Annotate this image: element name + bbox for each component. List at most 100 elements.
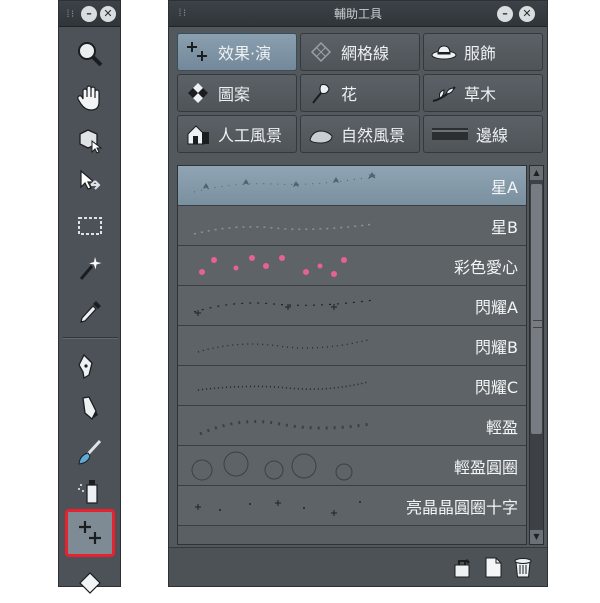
brush-stroke-preview-icon xyxy=(199,255,347,277)
group-plant[interactable]: 草木 xyxy=(423,74,543,112)
brush-name: 輕盈 xyxy=(485,418,518,437)
zoom-icon xyxy=(78,42,103,67)
group-label: 效果·演 xyxy=(218,44,272,63)
group-mesh[interactable]: 網格線 xyxy=(300,33,420,71)
group-label: 圖案 xyxy=(218,85,251,104)
sub-tool-bottom-bar xyxy=(169,547,547,586)
tool-palette: ⁞⁝ – ✕ xyxy=(58,0,121,594)
scroll-grip-icon xyxy=(533,320,542,328)
brush-stroke-preview-icon xyxy=(193,172,376,193)
object-select-icon xyxy=(79,129,103,154)
airbrush-tool-button[interactable] xyxy=(67,471,113,513)
move-layer-icon xyxy=(80,169,101,190)
brush-row[interactable]: 輕盈圓圈 xyxy=(178,446,526,486)
pencil-tool-button[interactable] xyxy=(67,387,113,429)
pen-tool-button[interactable] xyxy=(67,345,113,387)
close-button[interactable]: ✕ xyxy=(519,6,535,22)
trash-icon[interactable] xyxy=(511,555,535,579)
scroll-thumb[interactable] xyxy=(531,184,542,434)
decoration-sparkle-icon xyxy=(79,521,101,544)
plant-icon xyxy=(430,81,458,105)
house-icon xyxy=(184,122,212,146)
brush-name: 輕盈圓圈 xyxy=(453,458,518,477)
eraser-tool-button[interactable] xyxy=(67,561,113,603)
clothing-hat-icon xyxy=(430,40,458,64)
object-tool-button[interactable] xyxy=(67,119,113,161)
group-label: 草木 xyxy=(464,85,497,104)
effect-sparkle-icon xyxy=(184,40,212,64)
brush-name: 亮晶晶圓圈十字 xyxy=(405,498,518,517)
brush-stroke-preview-icon xyxy=(193,299,375,316)
pencil-icon xyxy=(82,396,98,421)
sub-tool-settings-icon[interactable] xyxy=(451,555,475,579)
group-natural-scenery[interactable]: 自然風景 xyxy=(300,115,420,153)
airbrush-icon xyxy=(78,480,98,504)
brush-tool-button[interactable] xyxy=(67,431,113,473)
brush-row[interactable]: 輕盈 xyxy=(178,406,526,446)
brush-stroke-preview-icon xyxy=(197,339,369,353)
scroll-down-icon[interactable]: ▼ xyxy=(530,530,543,544)
group-label: 人工風景 xyxy=(218,126,283,145)
selection-tool-button[interactable] xyxy=(67,205,113,247)
grip-icon[interactable]: ⁞⁝ xyxy=(177,1,186,27)
pattern-icon xyxy=(184,81,212,105)
eyedropper-tool-button[interactable] xyxy=(67,291,113,333)
brush-stroke-preview-icon xyxy=(199,420,371,436)
minimize-button[interactable]: – xyxy=(497,6,513,22)
brush-stroke-preview-icon xyxy=(195,500,361,516)
tool-separator xyxy=(63,337,118,339)
group-border[interactable]: 邊線 xyxy=(423,115,543,153)
group-flower[interactable]: 花 xyxy=(300,74,420,112)
group-effect[interactable]: 效果·演 xyxy=(177,33,297,71)
brush-row[interactable]: 星B xyxy=(178,206,526,246)
group-label: 花 xyxy=(341,85,358,104)
panel-title: 輔助工具 xyxy=(333,7,382,21)
group-label: 服飾 xyxy=(464,44,497,63)
selection-marquee-icon xyxy=(78,217,102,235)
sub-tool-group-grid: 效果·演 網格線 服飾 圖案 花 草木 人工風景 自然風景 邊線 xyxy=(177,33,543,153)
brush-name: 星B xyxy=(491,218,518,237)
group-pattern[interactable]: 圖案 xyxy=(177,74,297,112)
brush-list-scrollbar[interactable]: ▲ ▼ xyxy=(529,165,544,545)
group-man-made-scenery[interactable]: 人工風景 xyxy=(177,115,297,153)
decoration-tool-button[interactable] xyxy=(65,509,115,557)
brush-icon xyxy=(78,439,102,465)
brush-row[interactable]: 彩色愛心 xyxy=(178,246,526,286)
brush-name: 閃耀C xyxy=(474,378,518,397)
group-label: 網格線 xyxy=(341,44,390,63)
brush-stroke-preview-icon xyxy=(193,223,375,235)
brush-row[interactable]: 星A xyxy=(178,166,526,206)
close-button[interactable]: ✕ xyxy=(100,6,116,22)
zoom-tool-button[interactable] xyxy=(67,33,113,75)
flower-icon xyxy=(307,81,335,105)
hand-tool-button[interactable] xyxy=(67,77,113,119)
brush-row[interactable]: 閃耀A xyxy=(178,286,526,326)
mesh-icon xyxy=(307,40,335,64)
rock-icon xyxy=(307,122,335,146)
hand-icon xyxy=(77,85,100,111)
brush-row[interactable]: 亮晶晶圓圈十字 xyxy=(178,486,526,526)
brush-row[interactable]: 閃耀B xyxy=(178,326,526,366)
tool-palette-titlebar[interactable]: ⁞⁝ – ✕ xyxy=(59,1,120,27)
new-sub-tool-icon[interactable] xyxy=(481,555,505,579)
move-layer-tool-button[interactable] xyxy=(67,161,113,203)
group-label: 邊線 xyxy=(476,126,509,145)
brush-stroke-preview-icon xyxy=(197,381,369,391)
minimize-button[interactable]: – xyxy=(81,6,97,22)
brush-name: 星A xyxy=(491,178,518,197)
group-label: 自然風景 xyxy=(341,126,406,145)
brush-name: 閃耀A xyxy=(475,298,518,317)
group-clothing[interactable]: 服飾 xyxy=(423,33,543,71)
pen-icon xyxy=(78,353,93,380)
sub-tool-panel: ⁞⁝ 輔助工具 – ✕ 效果·演 網格線 服飾 圖案 花 草木 人工風景 自然風… xyxy=(168,0,548,587)
brush-name: 閃耀B xyxy=(475,338,518,357)
auto-select-tool-button[interactable] xyxy=(67,247,113,289)
brush-list: 星A 星B 彩色愛心 閃耀A 閃耀B 閃耀C 輕盈 輕盈圓圈 亮晶晶圓圈十字 xyxy=(177,165,527,545)
brush-row[interactable]: 閃耀C xyxy=(178,366,526,406)
sub-tool-titlebar[interactable]: ⁞⁝ 輔助工具 – ✕ xyxy=(169,1,547,27)
brush-stroke-preview-icon xyxy=(191,451,353,481)
grip-icon[interactable]: ⁞⁝ xyxy=(65,9,74,21)
brush-name: 彩色愛心 xyxy=(453,258,518,277)
scroll-up-icon[interactable]: ▲ xyxy=(530,166,543,180)
border-line-icon xyxy=(430,122,470,146)
